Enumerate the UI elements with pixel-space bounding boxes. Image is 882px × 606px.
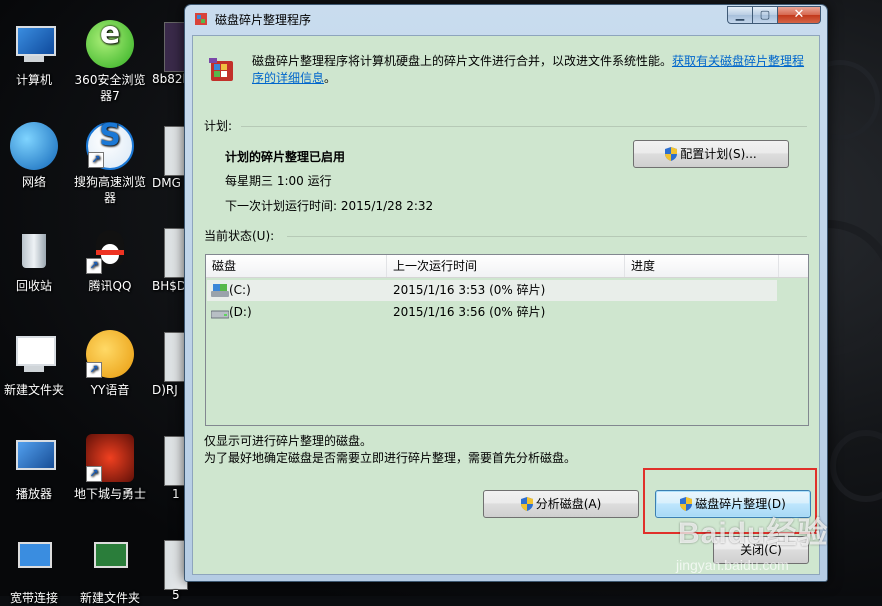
partial-label: 8b82l [152,72,186,86]
game-icon: ↗ [86,434,134,482]
desktop-icon-computer[interactable]: 计算机 [0,20,74,88]
maximize-icon: ▢ [759,8,771,21]
disk-list[interactable]: 磁盘 上一次运行时间 进度 (C:) 2015/1/16 3:53 (0% 碎片… [205,254,809,426]
note-defrag-disks: 仅显示可进行碎片整理的磁盘。 [204,434,373,448]
partial-label: 5 [172,588,180,602]
partial-label: 1 [172,487,180,501]
shortcut-arrow-icon: ↗ [86,362,102,378]
system-drive-icon [211,284,229,297]
desktop-icon-sogou-browser[interactable]: S ↗ 搜狗高速浏览器 [70,121,150,206]
column-progress[interactable]: 进度 [625,255,779,277]
minimize-button[interactable]: ▁ [727,6,753,24]
shortcut-arrow-icon: ↗ [86,258,102,274]
column-last-run[interactable]: 上一次运行时间 [387,255,625,277]
defrag-app-icon [195,13,207,25]
title-bar[interactable]: 磁盘碎片整理程序 ▁ ▢ ✕ [185,5,827,33]
note-analyze-first: 为了最好地确定磁盘是否需要立即进行碎片整理，需要首先分析磁盘。 [204,451,577,465]
hard-drive-icon [211,310,229,319]
minimize-icon: ▁ [735,8,745,21]
intro-text: 磁盘碎片整理程序将计算机硬盘上的碎片文件进行合并，以改进文件系统性能。获取有关磁… [252,54,805,85]
network-icon [10,122,58,170]
computer-icon [10,20,58,68]
window-title: 磁盘碎片整理程序 [215,13,312,27]
desktop-icon-dnf[interactable]: ↗ 地下城与勇士 [70,434,150,502]
status-divider [287,236,807,237]
shortcut-arrow-icon: ↗ [88,152,104,168]
disk-row-c[interactable]: (C:) 2015/1/16 3:53 (0% 碎片) [207,280,777,301]
network-connection-icon [10,538,58,586]
desktop-icon-player[interactable]: 播放器 [0,434,74,502]
sogou-browser-icon: S ↗ [86,121,134,170]
disk-name: (D:) [229,305,252,319]
uac-shield-icon [665,147,678,161]
close-window-button[interactable]: ✕ [778,6,821,24]
close-icon: ✕ [793,7,805,22]
folder-monitor-icon [10,330,58,378]
partial-label: D)RJ [152,383,178,397]
schedule-next-run: 下一次计划运行时间: 2015/1/28 2:32 [225,199,434,213]
current-status-label: 当前状态(U): [204,229,275,243]
recycle-bin-icon [10,226,58,274]
schedule-frequency: 每星期三 1:00 运行 [225,174,332,188]
disk-name: (C:) [229,283,251,297]
defrag-header-icon [209,58,233,81]
qq-penguin-icon: ↗ [86,226,134,274]
configure-schedule-button[interactable]: 配置计划(S)... [633,140,789,168]
desktop-icon-yy[interactable]: ↗ YY语音 [70,330,150,398]
partial-label: DMG [152,176,181,190]
player-icon [10,434,58,482]
column-disk[interactable]: 磁盘 [206,255,387,277]
maximize-button[interactable]: ▢ [753,6,778,24]
schedule-label: 计划: [204,119,233,133]
network-folder-icon [86,538,134,586]
yy-voice-icon: ↗ [86,330,134,378]
watermark-url: jingyan.baidu.com [676,557,789,573]
360-browser-icon: e [86,19,134,68]
schedule-divider [241,126,807,127]
disk-last-run: 2015/1/16 3:53 (0% 碎片) [393,283,546,297]
schedule-status: 计划的碎片整理已启用 [225,150,346,164]
uac-shield-icon [520,497,533,511]
watermark-logo: Baidu经验 [678,517,829,550]
analyze-disk-button[interactable]: 分析磁盘(A) [483,490,639,518]
disk-last-run: 2015/1/16 3:56 (0% 碎片) [393,305,546,319]
partial-label: BH$D [152,279,187,293]
desktop-icon-recycle-bin[interactable]: 回收站 [0,226,74,294]
desktop-icon-qq[interactable]: ↗ 腾讯QQ [70,226,150,294]
desktop-icon-network[interactable]: 网络 [0,122,74,190]
caption-buttons: ▁ ▢ ✕ [727,6,821,24]
disk-list-header: 磁盘 上一次运行时间 进度 [206,255,808,278]
desktop-icon-360-browser[interactable]: e 360安全浏览器7 [70,19,150,104]
desktop-icon-new-folder[interactable]: 新建文件夹 [0,330,74,398]
disk-row-d[interactable]: (D:) 2015/1/16 3:56 (0% 碎片) [207,302,777,323]
shortcut-arrow-icon: ↗ [86,466,102,482]
